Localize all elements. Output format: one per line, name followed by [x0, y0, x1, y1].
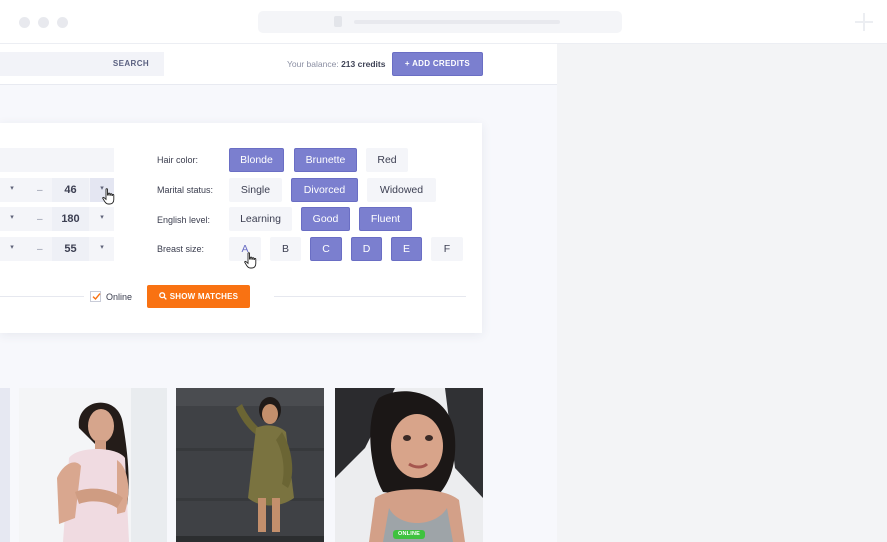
breast-size-label: Breast size:: [157, 244, 205, 254]
weight-max-dropdown-icon[interactable]: ▾: [90, 237, 114, 261]
height-max-value[interactable]: 180: [52, 207, 89, 231]
online-label: Online: [106, 292, 133, 302]
profile-card-partial[interactable]: [0, 388, 10, 542]
browser-toolbar: [0, 0, 887, 44]
window-maximize-icon[interactable]: [57, 17, 68, 28]
breast-size-c-option[interactable]: C: [310, 237, 342, 261]
balance-text: Your balance: 213 credits: [287, 59, 385, 69]
breast-size-a-option[interactable]: A: [229, 237, 261, 261]
hair-brunette-option[interactable]: Brunette: [294, 148, 357, 172]
new-tab-icon[interactable]: [855, 13, 873, 31]
add-credits-button[interactable]: + ADD CREDITS: [392, 52, 483, 76]
age-min-dropdown-icon[interactable]: ▾: [6, 178, 18, 202]
checkmark-icon: [92, 293, 101, 301]
blank-side-area: [557, 44, 887, 542]
online-status-badge: ONLINE: [393, 530, 425, 539]
breast-size-b-option[interactable]: B: [270, 237, 301, 261]
profile-photo-2[interactable]: [176, 388, 324, 542]
height-max-dropdown-icon[interactable]: ▾: [90, 207, 114, 231]
profile-image: [19, 388, 167, 542]
english-good-option[interactable]: Good: [301, 207, 350, 231]
profile-photo-3[interactable]: [335, 388, 483, 542]
breast-size-f-option[interactable]: F: [431, 237, 463, 261]
site-header: SEARCH Your balance: 213 credits + ADD C…: [0, 44, 557, 85]
marital-widowed-option[interactable]: Widowed: [367, 178, 436, 202]
profile-image: [335, 388, 483, 542]
weight-min-dropdown-icon[interactable]: ▾: [6, 237, 18, 261]
lock-icon: [334, 16, 342, 27]
name-input[interactable]: [0, 148, 114, 172]
divider-right: [274, 296, 466, 297]
window-close-icon[interactable]: [19, 17, 30, 28]
balance-label: Your balance:: [287, 59, 339, 69]
height-min-dropdown-icon[interactable]: ▾: [6, 207, 18, 231]
address-bar[interactable]: [258, 11, 622, 33]
window-minimize-icon[interactable]: [38, 17, 49, 28]
english-level-label: English level:: [157, 215, 211, 225]
hair-red-option[interactable]: Red: [366, 148, 408, 172]
weight-max-value[interactable]: 55: [52, 237, 89, 261]
age-max-dropdown-icon[interactable]: ▾: [90, 178, 114, 202]
profile-image: [176, 388, 324, 542]
breast-size-e-option[interactable]: E: [391, 237, 422, 261]
english-fluent-option[interactable]: Fluent: [359, 207, 412, 231]
breast-size-d-option[interactable]: D: [351, 237, 382, 261]
english-learning-option[interactable]: Learning: [229, 207, 292, 231]
marital-divorced-option[interactable]: Divorced: [291, 178, 358, 202]
divider-left: [0, 296, 84, 297]
marital-status-label: Marital status:: [157, 185, 214, 195]
online-checkbox[interactable]: [90, 291, 101, 302]
age-range: ▾ – 46 ▾: [0, 178, 114, 202]
weight-range: ▾ – 55 ▾: [0, 237, 114, 261]
show-matches-button[interactable]: SHOW MATCHES: [147, 285, 250, 308]
search-icon: [158, 292, 167, 300]
height-range: ▾ – 180 ▾: [0, 207, 114, 231]
search-input[interactable]: SEARCH: [0, 52, 164, 76]
profile-photo-1[interactable]: [19, 388, 167, 542]
search-button[interactable]: SEARCH: [98, 52, 164, 76]
age-max-value[interactable]: 46: [52, 178, 89, 202]
balance-amount: 213 credits: [341, 59, 386, 69]
url-placeholder: [354, 20, 560, 24]
marital-single-option[interactable]: Single: [229, 178, 282, 202]
hair-color-label: Hair color:: [157, 155, 199, 165]
hair-blonde-option[interactable]: Blonde: [229, 148, 284, 172]
